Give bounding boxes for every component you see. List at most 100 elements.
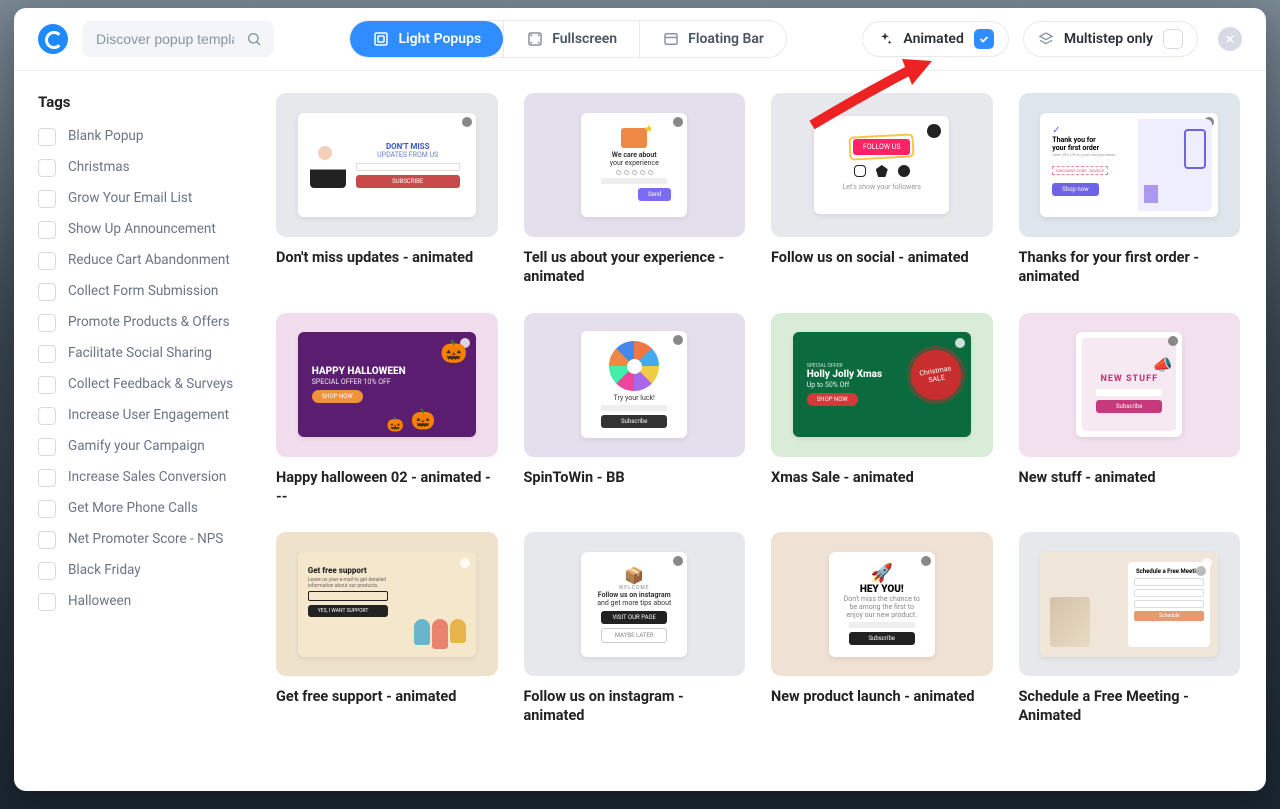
tag-label: Grow Your Email List <box>68 189 192 207</box>
template-title: Xmas Sale - animated <box>771 469 993 488</box>
tag-label: Promote Products & Offers <box>68 313 230 331</box>
multistep-filter[interactable]: Multistep only <box>1023 21 1198 57</box>
template-thumbnail: SPECIAL OFFER Holly Jolly Xmas Up to 50%… <box>771 313 993 457</box>
checkbox-icon <box>38 283 56 301</box>
close-button[interactable] <box>1218 27 1242 51</box>
tab-label: Light Popups <box>398 31 481 47</box>
checkbox-icon <box>38 500 56 518</box>
tab-label: Fullscreen <box>552 31 617 47</box>
template-card[interactable]: Try your luck! Subscribe SpinToWin - BB <box>524 313 746 507</box>
tag-grow-your-email-list[interactable]: Grow Your Email List <box>38 189 236 208</box>
tab-floating-bar[interactable]: Floating Bar <box>639 21 786 57</box>
template-thumbnail: HAPPY HALLOWEEN SPECIAL OFFER 10% OFF SH… <box>276 313 498 457</box>
checkbox-icon <box>38 221 56 239</box>
tag-net-promoter-score-nps[interactable]: Net Promoter Score - NPS <box>38 530 236 549</box>
tag-label: Facilitate Social Sharing <box>68 344 212 362</box>
animated-filter[interactable]: Animated <box>862 21 1008 57</box>
tag-label: Collect Feedback & Surveys <box>68 375 233 393</box>
template-thumbnail: Get free supportLeave us your e-mail to … <box>276 532 498 676</box>
template-card[interactable]: 🚀HEY YOU!Don't miss the chance to be amo… <box>771 532 993 726</box>
template-thumbnail: 📣NEW STUFFSubscribe <box>1019 313 1241 457</box>
search-icon <box>246 31 262 47</box>
checkbox-icon <box>38 190 56 208</box>
tag-label: Collect Form Submission <box>68 282 218 300</box>
template-card[interactable]: Schedule a Free MeetingSchedule Schedule… <box>1019 532 1241 726</box>
template-title: Schedule a Free Meeting - Animated <box>1019 688 1241 726</box>
checkbox-icon <box>38 252 56 270</box>
tag-increase-user-engagement[interactable]: Increase User Engagement <box>38 406 236 425</box>
tag-label: Gamify your Campaign <box>68 437 205 455</box>
template-card[interactable]: FOLLOW US Let's show your followers Foll… <box>771 93 993 287</box>
sparkle-icon <box>877 31 893 47</box>
popup-type-segmented: Light Popups Fullscreen Floating Bar <box>349 20 787 58</box>
tag-blank-popup[interactable]: Blank Popup <box>38 127 236 146</box>
layers-icon <box>1038 31 1054 47</box>
template-thumbnail: FOLLOW US Let's show your followers <box>771 93 993 237</box>
template-title: Don't miss updates - animated <box>276 249 498 268</box>
tab-label: Floating Bar <box>688 31 764 47</box>
template-title: Follow us on social - animated <box>771 249 993 268</box>
tag-label: Net Promoter Score - NPS <box>68 530 223 548</box>
light-popups-icon <box>372 30 390 48</box>
close-icon <box>1224 33 1236 45</box>
template-title: Follow us on instagram - animated <box>524 688 746 726</box>
tag-label: Black Friday <box>68 561 141 579</box>
template-card[interactable]: 📦WELCOMEFollow us on instagramand get mo… <box>524 532 746 726</box>
template-thumbnail: 📦WELCOMEFollow us on instagramand get mo… <box>524 532 746 676</box>
filter-label: Animated <box>903 31 963 47</box>
fullscreen-icon <box>526 30 544 48</box>
tag-reduce-cart-abandonment[interactable]: Reduce Cart Abandonment <box>38 251 236 270</box>
template-title: New stuff - animated <box>1019 469 1241 488</box>
tag-increase-sales-conversion[interactable]: Increase Sales Conversion <box>38 468 236 487</box>
checkbox-icon <box>38 531 56 549</box>
multistep-checkbox[interactable] <box>1163 29 1183 49</box>
template-title: Tell us about your experience - animated <box>524 249 746 287</box>
checkbox-icon <box>38 438 56 456</box>
tag-label: Halloween <box>68 592 131 610</box>
tag-christmas[interactable]: Christmas <box>38 158 236 177</box>
tag-label: Reduce Cart Abandonment <box>68 251 230 269</box>
tab-fullscreen[interactable]: Fullscreen <box>503 21 639 57</box>
tag-label: Increase Sales Conversion <box>68 468 226 486</box>
template-card[interactable]: SPECIAL OFFER Holly Jolly Xmas Up to 50%… <box>771 313 993 507</box>
app-logo <box>38 24 68 54</box>
checkbox-icon <box>38 345 56 363</box>
templates-grid-wrap: DON'T MISSUPDATES FROM USSUBSCRIBE Don't… <box>254 71 1266 791</box>
checkbox-icon <box>38 376 56 394</box>
tab-light-popups[interactable]: Light Popups <box>350 21 503 57</box>
template-title: Happy halloween 02 - animated - -- <box>276 469 498 507</box>
tag-promote-products-offers[interactable]: Promote Products & Offers <box>38 313 236 332</box>
checkbox-icon <box>38 593 56 611</box>
filter-label: Multistep only <box>1064 31 1153 47</box>
checkbox-icon <box>38 128 56 146</box>
sidebar-title: Tags <box>38 93 236 111</box>
tag-gamify-your-campaign[interactable]: Gamify your Campaign <box>38 437 236 456</box>
tag-halloween[interactable]: Halloween <box>38 592 236 611</box>
checkbox-icon <box>38 314 56 332</box>
template-title: New product launch - animated <box>771 688 993 707</box>
tag-label: Christmas <box>68 158 130 176</box>
tag-facilitate-social-sharing[interactable]: Facilitate Social Sharing <box>38 344 236 363</box>
template-thumbnail: Try your luck! Subscribe <box>524 313 746 457</box>
checkbox-icon <box>38 469 56 487</box>
tag-show-up-announcement[interactable]: Show Up Announcement <box>38 220 236 239</box>
tag-collect-form-submission[interactable]: Collect Form Submission <box>38 282 236 301</box>
template-thumbnail: DON'T MISSUPDATES FROM USSUBSCRIBE <box>276 93 498 237</box>
topbar: Light Popups Fullscreen Floating Bar Ani… <box>14 8 1266 71</box>
template-card[interactable]: HAPPY HALLOWEEN SPECIAL OFFER 10% OFF SH… <box>276 313 498 507</box>
animated-checkbox[interactable] <box>974 29 994 49</box>
template-card[interactable]: Get free supportLeave us your e-mail to … <box>276 532 498 726</box>
tag-collect-feedback-surveys[interactable]: Collect Feedback & Surveys <box>38 375 236 394</box>
template-card[interactable]: DON'T MISSUPDATES FROM USSUBSCRIBE Don't… <box>276 93 498 287</box>
template-title: Thanks for your first order - animated <box>1019 249 1241 287</box>
template-thumbnail: ★We care aboutyour experienceSend <box>524 93 746 237</box>
checkbox-icon <box>38 159 56 177</box>
tag-get-more-phone-calls[interactable]: Get More Phone Calls <box>38 499 236 518</box>
template-card[interactable]: ★We care aboutyour experienceSend Tell u… <box>524 93 746 287</box>
template-title: SpinToWin - BB <box>524 469 746 488</box>
checkbox-icon <box>38 407 56 425</box>
template-card[interactable]: 📣NEW STUFFSubscribe New stuff - animated <box>1019 313 1241 507</box>
template-card[interactable]: ✓Thank you foryour first orderSave 25% o… <box>1019 93 1241 287</box>
tag-label: Blank Popup <box>68 127 143 145</box>
tag-black-friday[interactable]: Black Friday <box>38 561 236 580</box>
